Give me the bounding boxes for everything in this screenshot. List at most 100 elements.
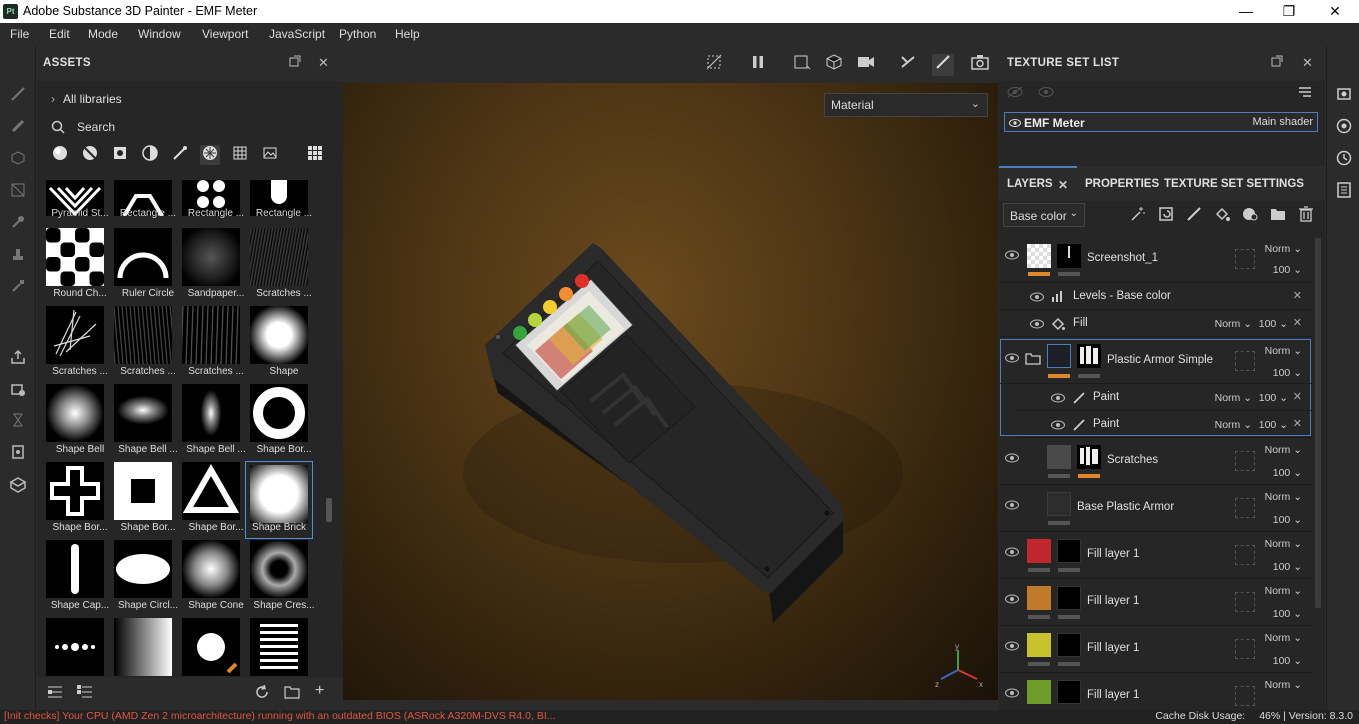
environment-filter-icon[interactable] bbox=[260, 145, 280, 165]
display-settings-icon[interactable] bbox=[8, 476, 28, 496]
mask-slot[interactable] bbox=[1235, 451, 1255, 471]
add-fill-layer-icon[interactable] bbox=[1212, 206, 1232, 226]
eye-icon[interactable] bbox=[1005, 250, 1019, 260]
close-panel-icon[interactable]: ✕ bbox=[1302, 55, 1313, 71]
mask-filter-icon[interactable] bbox=[110, 145, 130, 165]
remove-effect-icon[interactable]: ✕ bbox=[1293, 316, 1302, 329]
mask-slot[interactable] bbox=[1235, 498, 1255, 518]
texture-set-item[interactable]: EMF Meter Main shader bbox=[1004, 112, 1318, 132]
visibility-toggle-icon[interactable] bbox=[1007, 86, 1023, 101]
asset-tile[interactable]: Scratches ... bbox=[250, 228, 318, 304]
remove-effect-icon[interactable]: ✕ bbox=[1293, 417, 1302, 430]
asset-tile[interactable]: Scratches ... bbox=[182, 306, 250, 382]
effect-row[interactable]: Levels - Base color ✕ bbox=[999, 283, 1312, 310]
blend-mode[interactable]: Norm ⌄ bbox=[1265, 585, 1302, 597]
breadcrumb[interactable]: › All libraries bbox=[51, 92, 122, 106]
asset-tile[interactable]: Shape Cres... bbox=[250, 540, 318, 616]
folder-icon[interactable] bbox=[1025, 352, 1041, 365]
eye-icon[interactable] bbox=[1051, 393, 1065, 403]
menu-python[interactable]: Python bbox=[339, 27, 376, 41]
undock-icon[interactable] bbox=[1271, 55, 1283, 70]
asset-tile[interactable] bbox=[46, 618, 114, 676]
3d-scene[interactable]: Material ⌄ y x z bbox=[343, 83, 998, 700]
asset-tile[interactable]: Shape bbox=[250, 306, 318, 382]
delete-layer-icon[interactable] bbox=[1296, 206, 1316, 226]
close-tab-icon[interactable]: ✕ bbox=[1058, 178, 1068, 192]
asset-tile[interactable]: Shape Circl... bbox=[114, 540, 182, 616]
eye-icon[interactable] bbox=[1005, 594, 1019, 604]
camera-icon[interactable] bbox=[855, 54, 877, 76]
asset-tile[interactable]: Shape Bor... bbox=[46, 462, 114, 538]
folder-row[interactable]: Plastic Armor Simple Norm ⌄ 100 ⌄ bbox=[999, 339, 1312, 384]
asset-tile[interactable]: Shape Bell bbox=[46, 384, 114, 460]
document-icon[interactable] bbox=[8, 444, 28, 464]
undock-icon[interactable] bbox=[289, 55, 301, 70]
layer-row[interactable]: Screenshot_1 Norm ⌄ 100 ⌄ bbox=[999, 236, 1312, 283]
hourglass-icon[interactable] bbox=[8, 412, 28, 432]
folder-icon[interactable] bbox=[284, 685, 300, 702]
blend-mode[interactable]: Norm ⌄ bbox=[1265, 491, 1302, 503]
asset-tile[interactable]: Round Ch... bbox=[46, 228, 114, 304]
eye-icon[interactable] bbox=[1005, 500, 1019, 510]
smudge-icon[interactable] bbox=[8, 214, 28, 234]
layer-row[interactable]: Base Plastic Armor Norm ⌄ 100 ⌄ bbox=[999, 485, 1312, 532]
tab-properties[interactable]: PROPERTIES bbox=[1085, 178, 1159, 190]
paint-brush-icon[interactable] bbox=[8, 86, 28, 106]
eye-icon[interactable] bbox=[1005, 547, 1019, 557]
asset-tile[interactable]: Ruler Circle bbox=[114, 228, 182, 304]
mask-slot[interactable] bbox=[1235, 351, 1255, 371]
asset-tile[interactable]: Shape Cone bbox=[182, 540, 250, 616]
menu-edit[interactable]: Edit bbox=[49, 27, 70, 41]
blend-mode[interactable]: Norm ⌄ bbox=[1215, 419, 1252, 431]
paint-mode-icon[interactable] bbox=[932, 54, 954, 76]
log-icon[interactable] bbox=[1334, 182, 1354, 202]
filter-filter-icon[interactable] bbox=[140, 145, 160, 165]
history-icon[interactable] bbox=[1334, 150, 1354, 170]
list-view-icon[interactable] bbox=[47, 685, 63, 702]
mask-slot[interactable] bbox=[1235, 686, 1255, 706]
asset-tile[interactable]: Sandpaper... bbox=[182, 228, 250, 304]
texture-set-shader[interactable]: Main shader bbox=[1252, 116, 1313, 128]
blend-mode[interactable]: Norm ⌄ bbox=[1215, 318, 1252, 330]
add-icon[interactable]: + bbox=[315, 682, 324, 700]
refresh-icon[interactable] bbox=[255, 684, 269, 702]
mask-slot[interactable] bbox=[1235, 249, 1255, 269]
asset-tile[interactable] bbox=[114, 618, 182, 676]
asset-tile[interactable]: Shape Bor... bbox=[114, 462, 182, 538]
add-paint-layer-icon[interactable] bbox=[1184, 206, 1204, 226]
shelf-settings-icon[interactable] bbox=[1334, 86, 1354, 106]
symmetry-icon[interactable] bbox=[897, 54, 919, 76]
blend-mode[interactable]: Norm ⌄ bbox=[1265, 444, 1302, 456]
blend-mode[interactable]: Norm ⌄ bbox=[1265, 243, 1302, 255]
export-icon[interactable] bbox=[8, 348, 28, 368]
mask-slot[interactable] bbox=[1235, 545, 1255, 565]
layer-row[interactable]: Scratches Norm ⌄ 100 ⌄ bbox=[999, 438, 1312, 485]
eye-icon[interactable] bbox=[1009, 118, 1021, 128]
eye-icon[interactable] bbox=[1005, 453, 1019, 463]
detail-view-icon[interactable] bbox=[77, 685, 93, 702]
add-anchor-icon[interactable] bbox=[1156, 206, 1176, 226]
paint-effect-row[interactable]: Paint Norm ⌄ 100 ⌄ ✕ bbox=[1019, 411, 1312, 438]
asset-tile[interactable]: Scratches ... bbox=[114, 306, 182, 382]
pause-icon[interactable] bbox=[747, 54, 769, 76]
alpha-filter-icon[interactable] bbox=[200, 145, 220, 165]
minimize-button[interactable]: — bbox=[1231, 2, 1261, 21]
effect-row[interactable]: Fill Norm ⌄ 100 ⌄ ✕ bbox=[999, 310, 1312, 337]
layers-scrollbar[interactable] bbox=[1315, 238, 1321, 608]
texture-filter-icon[interactable] bbox=[230, 145, 250, 165]
mask-slot[interactable] bbox=[1235, 592, 1255, 612]
2d-3d-view-icon[interactable] bbox=[791, 54, 813, 76]
asset-tile[interactable]: Shape Cap... bbox=[46, 540, 114, 616]
opacity-value[interactable]: 100 ⌄ bbox=[1273, 264, 1302, 276]
tab-layers[interactable]: LAYERS bbox=[1007, 178, 1053, 190]
opacity-value[interactable]: 100 ⌄ bbox=[1273, 608, 1302, 620]
opacity-value[interactable]: 100 ⌄ bbox=[1273, 655, 1302, 667]
solo-eye-icon[interactable] bbox=[1038, 86, 1054, 101]
menu-javascript[interactable]: JavaScript bbox=[269, 27, 325, 41]
hide-ui-icon[interactable] bbox=[703, 54, 725, 76]
asset-tile-selected[interactable]: Shape Brick bbox=[245, 461, 313, 539]
menu-window[interactable]: Window bbox=[138, 27, 181, 41]
menu-help[interactable]: Help bbox=[395, 27, 420, 41]
bake-icon[interactable] bbox=[8, 380, 28, 400]
menu-mode[interactable]: Mode bbox=[88, 27, 118, 41]
